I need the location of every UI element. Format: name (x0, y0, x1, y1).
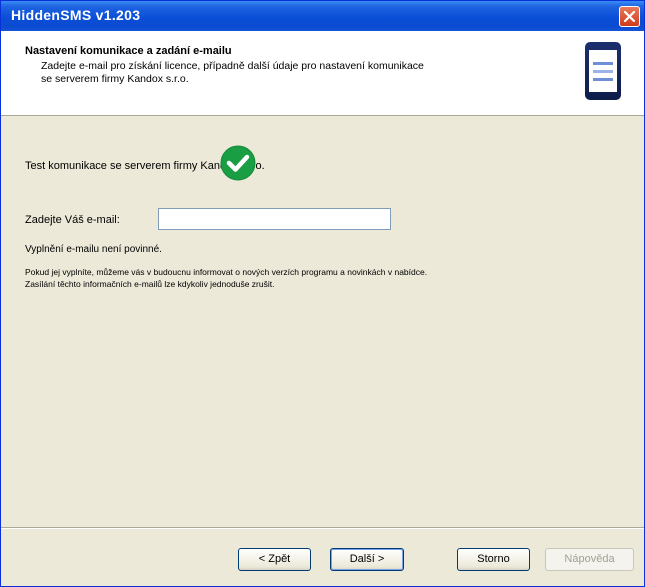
close-icon (624, 11, 635, 22)
window-title: HiddenSMS v1.203 (11, 7, 141, 23)
next-button[interactable]: Další > (330, 548, 404, 571)
pda-icon (585, 42, 621, 100)
email-info-line2: Zasílání těchto informačních e-mailů lze… (25, 279, 275, 289)
button-separator (1, 527, 644, 529)
close-button[interactable] (619, 6, 640, 27)
title-bar[interactable]: HiddenSMS v1.203 (1, 1, 644, 31)
email-label: Zadejte Váš e-mail: (25, 214, 120, 226)
header-subtitle-line2: se serverem firmy Kandox s.r.o. (41, 73, 189, 85)
cancel-button[interactable]: Storno (457, 548, 530, 571)
header-title: Nastavení komunikace a zadání e-mailu (25, 45, 232, 57)
wizard-header: Nastavení komunikace a zadání e-mailu Za… (1, 31, 644, 116)
email-info-line1: Pokud jej vyplníte, můžeme vás v budoucn… (25, 267, 428, 277)
email-optional-note: Vyplnění e-mailu není povinné. (25, 244, 162, 255)
wizard-window: HiddenSMS v1.203 Nastavení komunikace a … (0, 0, 645, 587)
header-subtitle: Zadejte e-mail pro získání licence, příp… (41, 60, 561, 86)
green-check-icon (220, 145, 256, 181)
email-field[interactable] (158, 208, 391, 230)
email-info-note: Pokud jej vyplníte, můžeme vás v budoucn… (25, 266, 625, 290)
help-button[interactable]: Nápověda (545, 548, 634, 571)
wizard-content: Test komunikace se serverem firmy Kandox… (1, 116, 644, 526)
back-button[interactable]: < Zpět (238, 548, 311, 571)
header-subtitle-line1: Zadejte e-mail pro získání licence, příp… (41, 60, 424, 72)
